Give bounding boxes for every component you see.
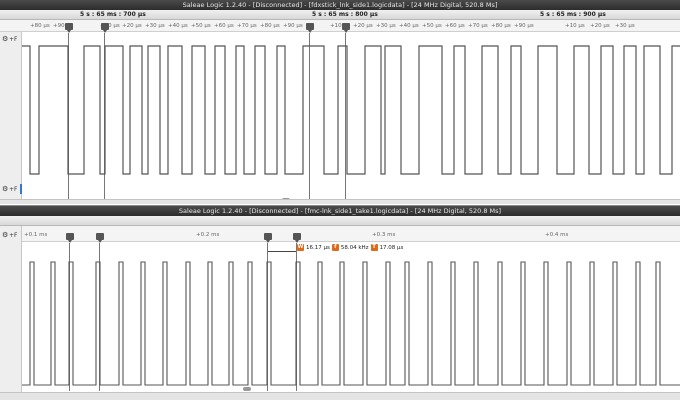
tick-label: +90 μs <box>283 23 303 29</box>
tick-label: +80 μs <box>491 23 511 29</box>
time-label: 5 s : 65 ms : 900 μs <box>540 11 606 18</box>
digital-waveform[interactable] <box>22 32 680 200</box>
timing-marker[interactable] <box>65 23 73 33</box>
window-title: Saleae Logic 1.2.40 - [Disconnected] - [… <box>0 0 680 10</box>
timing-marker[interactable] <box>342 23 350 33</box>
tick-label: +60 μs <box>214 23 234 29</box>
tick-label: +80 μs <box>260 23 280 29</box>
tick-label: +0.2 ms <box>196 232 220 238</box>
tick-label: +40 μs <box>399 23 419 29</box>
tick-label: +90 μs <box>514 23 534 29</box>
window-title: Saleae Logic 1.2.40 - [Disconnected] - [… <box>0 206 680 216</box>
tick-label: +20 μs <box>590 23 610 29</box>
tick-label: +0.1 ms <box>24 232 48 238</box>
tick-label: +20 μs <box>353 23 373 29</box>
tick-label: +0.4 ms <box>545 232 569 238</box>
timing-marker[interactable] <box>96 233 104 243</box>
tick-label: +50 μs <box>191 23 211 29</box>
tick-label: +70 μs <box>237 23 257 29</box>
scrollbar-track[interactable] <box>0 392 680 400</box>
logic-window-bottom: Saleae Logic 1.2.40 - [Disconnected] - [… <box>0 205 680 400</box>
time-ruler[interactable]: 5 s : 65 ms : 700 μs 5 s : 65 ms : 800 μ… <box>0 10 680 20</box>
scrollbar-track[interactable] <box>0 199 680 204</box>
digital-waveform[interactable] <box>22 242 680 392</box>
time-label: 5 s : 65 ms : 700 μs <box>80 11 146 18</box>
time-ruler[interactable] <box>0 216 680 226</box>
channel-tag[interactable]: +F <box>9 185 17 194</box>
gear-icon[interactable]: ⚙ <box>2 185 8 194</box>
timing-marker[interactable] <box>306 23 314 33</box>
tick-label: +60 μs <box>445 23 465 29</box>
logic-window-top: Saleae Logic 1.2.40 - [Disconnected] - [… <box>0 0 680 204</box>
tick-label: +30 μs <box>376 23 396 29</box>
tick-label: +30 μs <box>145 23 165 29</box>
tick-label: +0.3 ms <box>372 232 396 238</box>
tick-label: +20 μs <box>122 23 142 29</box>
tick-label: +40 μs <box>168 23 188 29</box>
channel-gutter: ⚙ +F <box>0 226 22 396</box>
channel-gutter: ⚙ +F ⚙ +F <box>0 32 22 200</box>
timing-marker[interactable] <box>293 233 301 243</box>
time-label: 5 s : 65 ms : 800 μs <box>312 11 378 18</box>
channel-tag[interactable]: +F <box>9 35 17 44</box>
tick-label: +10 μs <box>565 23 585 29</box>
channel-tag[interactable]: +F <box>9 231 17 240</box>
gear-icon[interactable]: ⚙ <box>2 35 8 44</box>
timing-marker[interactable] <box>264 233 272 243</box>
horizontal-scroll-thumb[interactable] <box>243 387 251 391</box>
tick-label: +70 μs <box>468 23 488 29</box>
tick-label: +30 μs <box>615 23 635 29</box>
timing-marker[interactable] <box>66 233 74 243</box>
tick-label: +50 μs <box>422 23 442 29</box>
tick-label: +80 μs <box>30 23 50 29</box>
gear-icon[interactable]: ⚙ <box>2 231 8 240</box>
timing-marker[interactable] <box>101 23 109 33</box>
